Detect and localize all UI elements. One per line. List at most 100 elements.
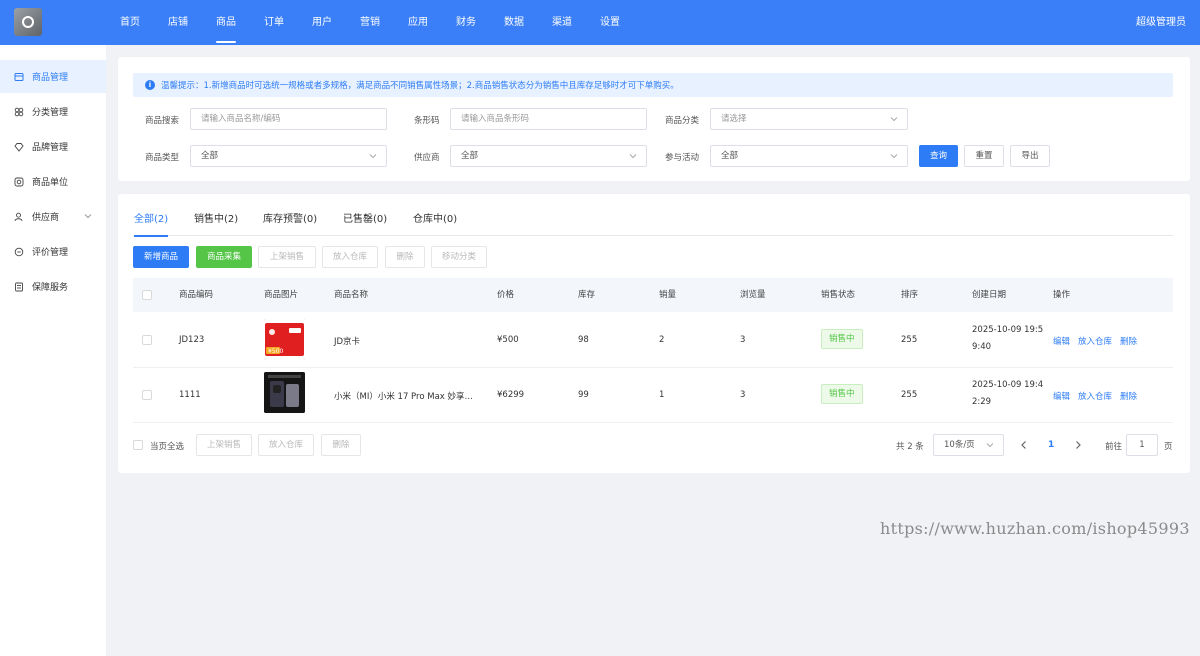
current-page[interactable]: 1 [1048, 440, 1054, 450]
cell-stock: 98 [578, 335, 589, 345]
row-checkbox[interactable] [142, 335, 152, 345]
sidebar-item-units[interactable]: 商品单位 [0, 165, 106, 198]
topnav-item-marketing[interactable]: 营销 [350, 0, 390, 45]
sidebar-item-label: 评价管理 [32, 248, 69, 258]
xiaomi-phone-image [264, 372, 305, 413]
cell-stock: 99 [578, 390, 589, 400]
sidebar-item-brands[interactable]: 品牌管理 [0, 130, 106, 163]
topnav-item-finance[interactable]: 财务 [446, 0, 486, 45]
sidebar-item-label: 商品单位 [32, 178, 69, 188]
cell-views: 3 [740, 335, 746, 345]
sidebar-item-reviews[interactable]: 评价管理 [0, 235, 106, 268]
activity-select-value: 全部 [721, 151, 739, 161]
type-select-value: 全部 [201, 151, 219, 161]
topnav-item-products[interactable]: 商品 [206, 0, 246, 45]
cell-date-line1: 2025-10-09 19:5 [972, 325, 1044, 335]
sidebar-item-categories[interactable]: 分类管理 [0, 95, 106, 128]
th-status: 销售状态 [821, 290, 856, 300]
footer-delete-button[interactable]: 删除 [321, 434, 361, 456]
topnav-item-home[interactable]: 首页 [110, 0, 150, 45]
brand-icon [14, 142, 24, 152]
th-image: 商品图片 [264, 290, 299, 300]
select-all-checkbox[interactable] [142, 290, 152, 300]
export-button[interactable]: 导出 [1010, 145, 1050, 167]
search-input[interactable]: 请输入商品名称/编码 [190, 108, 387, 130]
comment-icon [14, 247, 24, 256]
page-select-all-label: 当页全选 [150, 442, 185, 452]
table-row: 1111 小米（MI）小米 17 Pro Max 妙享… ¥6299 99 1 … [133, 368, 1173, 423]
product-icon [14, 72, 24, 81]
on-sale-button[interactable]: 上架销售 [258, 246, 316, 268]
chevron-down-icon [986, 443, 994, 448]
type-select[interactable]: 全部 [190, 145, 387, 167]
topnav-item-users[interactable]: 用户 [302, 0, 342, 45]
tab-stock-warning[interactable]: 库存预警(0) [263, 204, 317, 236]
sidebar-item-suppliers[interactable]: 供应商 [0, 200, 106, 233]
chevron-down-icon [84, 214, 92, 219]
edit-link[interactable]: 编辑 [1053, 390, 1070, 402]
delete-link[interactable]: 删除 [1120, 335, 1137, 347]
reset-button[interactable]: 重置 [964, 145, 1004, 167]
tab-on-sale[interactable]: 销售中(2) [194, 204, 238, 236]
tab-sold-out[interactable]: 已售罄(0) [343, 204, 387, 236]
th-actions: 操作 [1053, 290, 1071, 300]
row-checkbox[interactable] [142, 390, 152, 400]
th-code: 商品编码 [179, 290, 214, 300]
page-size-select[interactable]: 10条/页 [933, 434, 1004, 456]
sidebar-item-guarantees[interactable]: 保障服务 [0, 270, 106, 303]
page-unit-label: 页 [1164, 442, 1173, 452]
chevron-down-icon [629, 154, 637, 159]
topnav-item-channels[interactable]: 渠道 [542, 0, 582, 45]
add-product-button[interactable]: 新增商品 [133, 246, 189, 268]
cell-name: JD京卡 [334, 337, 361, 347]
product-list-panel: 全部(2) 销售中(2) 库存预警(0) 已售罄(0) 仓库中(0) 新增商品 … [118, 194, 1190, 473]
category-select[interactable]: 请选择 [710, 108, 908, 130]
footer-to-warehouse-button[interactable]: 放入仓库 [258, 434, 314, 456]
supplier-select[interactable]: 全部 [450, 145, 647, 167]
delete-button[interactable]: 删除 [385, 246, 425, 268]
topnav-item-settings[interactable]: 设置 [590, 0, 630, 45]
sidebar-item-label: 商品管理 [32, 73, 69, 83]
store-logo[interactable] [14, 8, 42, 36]
table-header: 商品编码 商品图片 商品名称 价格 库存 销量 浏览量 销售状态 排序 创建日期… [133, 278, 1173, 312]
prev-page-icon[interactable] [1020, 440, 1028, 450]
product-thumbnail-jd-card[interactable]: ¥500 [264, 319, 305, 360]
tab-in-warehouse[interactable]: 仓库中(0) [413, 204, 457, 236]
product-thumbnail-xiaomi[interactable] [264, 372, 305, 413]
cell-date-line1: 2025-10-09 19:4 [972, 380, 1044, 390]
next-page-icon[interactable] [1074, 440, 1082, 450]
barcode-input[interactable]: 请输入商品条形码 [450, 108, 647, 130]
to-warehouse-button[interactable]: 放入仓库 [322, 246, 378, 268]
barcode-label: 条形码 [414, 116, 440, 126]
edit-link[interactable]: 编辑 [1053, 335, 1070, 347]
sidebar-item-label: 保障服务 [32, 283, 69, 293]
chevron-down-icon [890, 117, 898, 122]
sidebar-item-label: 品牌管理 [32, 143, 69, 153]
status-tabs: 全部(2) 销售中(2) 库存预警(0) 已售罄(0) 仓库中(0) [133, 204, 1173, 237]
collect-product-button[interactable]: 商品采集 [196, 246, 252, 268]
tab-all[interactable]: 全部(2) [134, 204, 169, 237]
topnav-item-data[interactable]: 数据 [494, 0, 534, 45]
activity-select[interactable]: 全部 [710, 145, 908, 167]
sidebar-item-products[interactable]: 商品管理 [0, 60, 106, 93]
topnav-item-store[interactable]: 店铺 [158, 0, 198, 45]
page-select-all-checkbox[interactable] [133, 440, 143, 450]
topnav-item-apps[interactable]: 应用 [398, 0, 438, 45]
to-warehouse-link[interactable]: 放入仓库 [1078, 390, 1112, 402]
delete-link[interactable]: 删除 [1120, 390, 1137, 402]
search-label: 商品搜索 [145, 116, 180, 126]
status-badge: 销售中 [821, 329, 863, 349]
goto-page-input[interactable]: 1 [1126, 434, 1158, 456]
watermark-text: https://www.huzhan.com/ishop45993 [880, 519, 1190, 538]
topnav-item-orders[interactable]: 订单 [254, 0, 294, 45]
activity-label: 参与活动 [665, 153, 700, 163]
admin-user-menu[interactable]: 超级管理员 [1136, 0, 1186, 45]
move-category-button[interactable]: 移动分类 [431, 246, 487, 268]
query-button[interactable]: 查询 [919, 145, 958, 167]
footer-on-sale-button[interactable]: 上架销售 [196, 434, 252, 456]
cell-sort: 255 [901, 335, 918, 345]
th-sales: 销量 [659, 290, 677, 300]
unit-icon [14, 177, 24, 186]
to-warehouse-link[interactable]: 放入仓库 [1078, 335, 1112, 347]
supplier-icon [14, 212, 23, 221]
